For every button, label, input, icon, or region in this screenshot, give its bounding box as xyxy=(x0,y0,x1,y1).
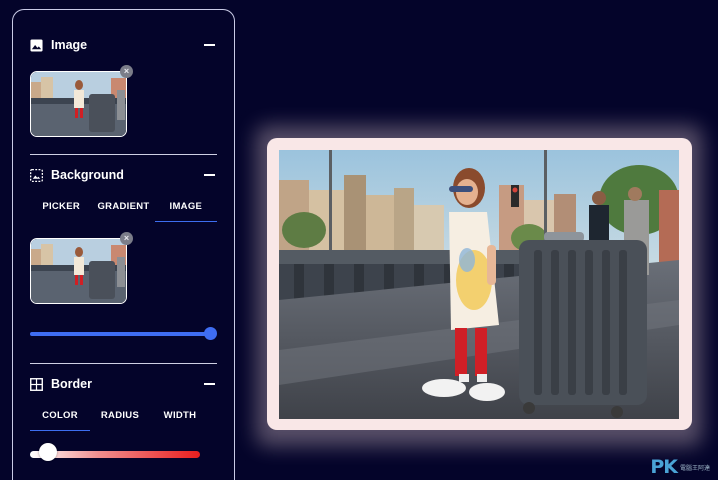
image-section-title: Image xyxy=(51,38,88,52)
tab-width[interactable]: WIDTH xyxy=(150,400,210,431)
border-section: Border COLOR RADIUS WIDTH xyxy=(13,364,234,461)
tab-picker[interactable]: PICKER xyxy=(30,191,92,222)
watermark-subtitle: 電腦王阿達 xyxy=(679,465,710,472)
remove-image-close-icon[interactable]: × xyxy=(120,65,133,78)
background-tabs: PICKER GRADIENT IMAGE xyxy=(30,191,218,222)
blur-slider-knob[interactable] xyxy=(204,327,217,340)
thumbnail-photo xyxy=(31,72,126,136)
image-section: Image × xyxy=(13,10,234,137)
watermark-pk-text: PK xyxy=(650,456,678,478)
preview-photo xyxy=(279,150,679,419)
background-thumbnail-picture xyxy=(30,238,127,304)
remove-background-close-icon[interactable]: × xyxy=(120,232,133,245)
collapse-background-minus-icon[interactable] xyxy=(204,174,215,176)
color-slider-knob[interactable] xyxy=(38,443,57,461)
background-thumbnail-photo xyxy=(31,239,126,303)
image-section-header[interactable]: Image xyxy=(30,34,217,56)
border-section-title: Border xyxy=(51,377,92,391)
image-thumbnail[interactable]: × xyxy=(30,65,133,137)
tab-radius[interactable]: RADIUS xyxy=(90,400,150,431)
settings-panel: Image × Background PICKER GRADIENT IMAGE… xyxy=(12,9,235,480)
image-icon xyxy=(30,38,43,52)
background-thumbnail[interactable]: × xyxy=(30,232,133,304)
background-section: Background PICKER GRADIENT IMAGE × xyxy=(13,155,234,341)
collapse-border-minus-icon[interactable] xyxy=(204,383,215,385)
collapse-image-minus-icon[interactable] xyxy=(204,44,215,46)
background-section-header[interactable]: Background xyxy=(30,164,217,186)
border-grid-icon xyxy=(30,377,43,391)
blur-slider-track xyxy=(30,332,211,336)
tab-image[interactable]: IMAGE xyxy=(154,191,218,222)
background-section-title: Background xyxy=(51,168,124,182)
tab-color[interactable]: COLOR xyxy=(30,400,90,431)
background-blur-slider[interactable] xyxy=(30,327,217,341)
border-section-header[interactable]: Border xyxy=(30,373,217,395)
watermark-logo: PK 電腦王阿達 xyxy=(650,456,710,478)
border-color-slider[interactable] xyxy=(30,443,217,461)
image-thumbnail-picture xyxy=(30,71,127,137)
border-tabs: COLOR RADIUS WIDTH xyxy=(30,400,210,431)
preview-photo-image xyxy=(279,150,679,419)
background-image-icon xyxy=(30,168,43,182)
tab-gradient[interactable]: GRADIENT xyxy=(92,191,154,222)
